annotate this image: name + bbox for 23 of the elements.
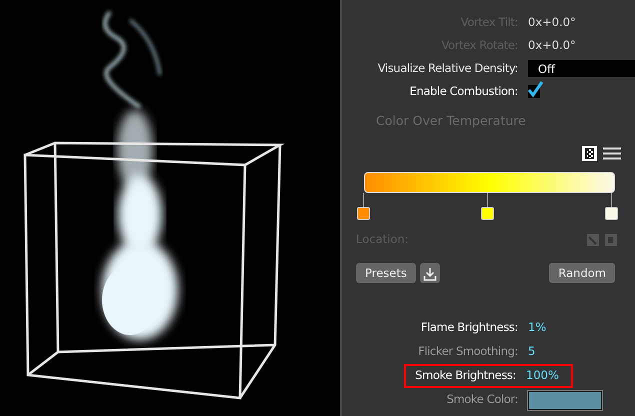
number-field[interactable]: 100% xyxy=(526,367,559,385)
property-value: 0x+0.0° xyxy=(528,36,576,54)
download-button[interactable] xyxy=(420,263,440,283)
random-button[interactable]: Random xyxy=(549,263,615,283)
image-icon[interactable] xyxy=(587,234,600,246)
property-label: Flame Brightness: xyxy=(420,319,519,336)
number-field[interactable]: 1% xyxy=(528,319,546,337)
gradient-pattern-icon[interactable] xyxy=(582,146,598,160)
gradient-stop-handle[interactable] xyxy=(357,207,370,220)
property-label: Smoke Color: xyxy=(446,391,519,408)
property-label: Enable Combustion: xyxy=(408,82,519,100)
gradient-stop-handle[interactable] xyxy=(481,207,494,220)
property-label: Smoke Brightness: xyxy=(414,367,517,384)
split-icon[interactable] xyxy=(605,234,617,246)
dropdown[interactable]: Off xyxy=(528,60,635,77)
property-value: 0x+0.0° xyxy=(528,14,576,31)
presets-button[interactable]: Presets xyxy=(356,263,416,283)
download-icon xyxy=(422,266,437,281)
property-label: Visualize Relative Density: xyxy=(376,60,519,77)
gradient-bar[interactable] xyxy=(364,172,615,193)
property-label: Flicker Smoothing: xyxy=(417,343,519,360)
gradient-stop-handle[interactable] xyxy=(605,207,618,220)
menu-icon[interactable] xyxy=(603,146,621,160)
